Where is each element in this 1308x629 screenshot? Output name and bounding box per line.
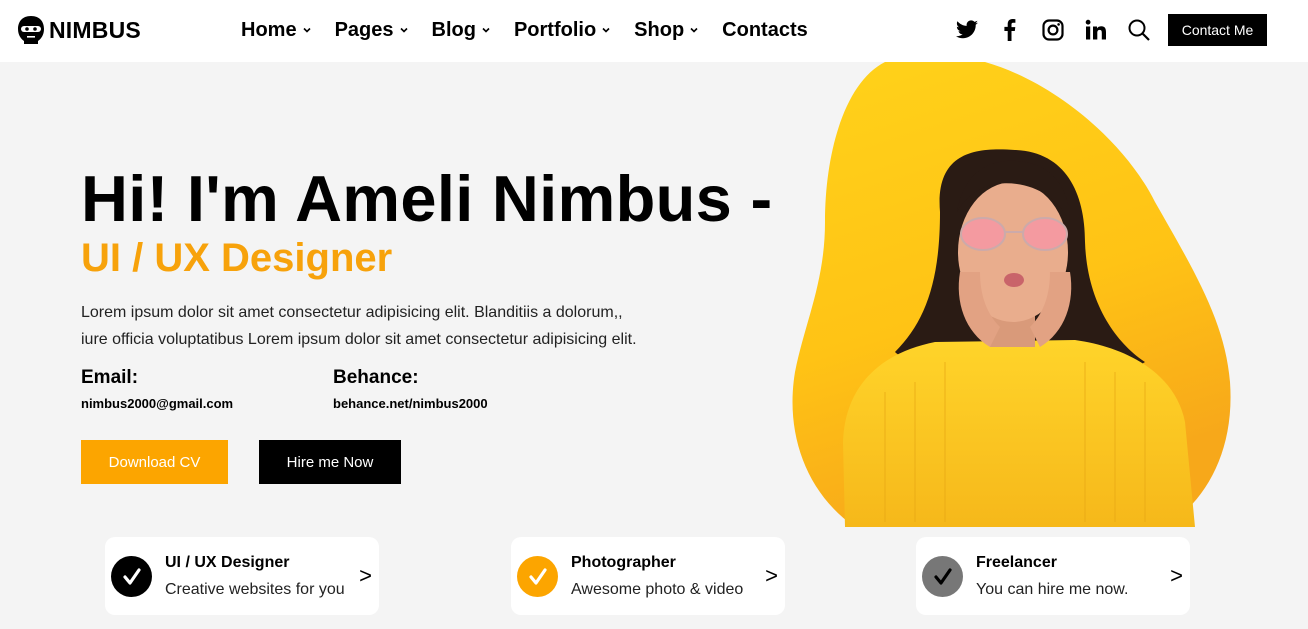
search-icon[interactable] [1127, 18, 1151, 42]
email-label: Email: [81, 367, 139, 388]
linkedin-icon[interactable] [1084, 18, 1108, 42]
card-text: Creative websites for you [165, 581, 345, 598]
logo[interactable]: NIMBUS [16, 14, 141, 46]
hero-title: Hi! I'm Ameli Nimbus - [81, 162, 773, 235]
card-text: You can hire me now. [976, 581, 1129, 598]
download-cv-button[interactable]: Download CV [81, 440, 228, 484]
behance-label: Behance: [333, 367, 419, 388]
contact-me-button[interactable]: Contact Me [1168, 14, 1267, 46]
description-line-2: iure officia voluptatibus Lorem ipsum do… [81, 331, 637, 348]
nav-item-blog[interactable]: Blog [432, 19, 490, 42]
nav-item-pages[interactable]: Pages [335, 19, 408, 42]
nav-item-label: Blog [431, 18, 476, 41]
portrait-image [792, 62, 1231, 527]
sweater [843, 340, 1195, 527]
twitter-icon[interactable] [955, 18, 979, 42]
social-links [955, 16, 1151, 44]
check-icon [111, 556, 152, 597]
chevron-down-icon [482, 27, 490, 33]
behance-block: Behance: behance.net/nimbus2000 [333, 367, 488, 411]
description-line-1: Lorem ipsum dolor sit amet consectetur a… [81, 304, 623, 321]
chevron-right-icon[interactable]: > [765, 563, 778, 589]
main-nav: Home Pages Blog Portfolio Shop Contacts [241, 17, 808, 43]
feature-card-designer[interactable]: UI / UX Designer Creative websites for y… [105, 537, 379, 615]
ninja-logo-icon [18, 16, 44, 44]
chevron-down-icon [399, 27, 408, 33]
nav-item-label: Shop [634, 18, 685, 41]
facebook-icon[interactable] [998, 18, 1022, 42]
nav-item-label: Home [241, 18, 297, 41]
nav-item-label: Portfolio [513, 18, 597, 41]
behance-value[interactable]: behance.net/nimbus2000 [333, 396, 488, 411]
brand-name: NIMBUS [49, 16, 141, 43]
card-title: Freelancer [976, 554, 1057, 571]
chevron-down-icon [602, 27, 610, 33]
feature-card-freelancer[interactable]: Freelancer You can hire me now. > [916, 537, 1190, 615]
card-title: Photographer [571, 554, 676, 571]
email-block: Email: nimbus2000@gmail.com [81, 367, 233, 411]
check-icon [922, 556, 963, 597]
chevron-right-icon[interactable]: > [1170, 563, 1183, 589]
nav-item-label: Pages [334, 18, 394, 41]
nav-item-home[interactable]: Home [241, 19, 311, 42]
hero-description: Lorem ipsum dolor sit amet consectetur a… [81, 299, 681, 353]
chevron-down-icon [303, 27, 311, 33]
nav-item-portfolio[interactable]: Portfolio [514, 19, 610, 42]
card-text: Awesome photo & video [571, 581, 744, 598]
nav-item-contacts[interactable]: Contacts [722, 19, 808, 42]
hero-subtitle: UI / UX Designer [81, 236, 393, 280]
nav-item-label: Contacts [722, 18, 808, 41]
chevron-down-icon [690, 27, 698, 33]
feature-card-photographer[interactable]: Photographer Awesome photo & video > [511, 537, 785, 615]
chevron-right-icon[interactable]: > [359, 563, 372, 589]
nav-item-shop[interactable]: Shop [634, 19, 698, 42]
email-value[interactable]: nimbus2000@gmail.com [81, 396, 233, 411]
card-title: UI / UX Designer [165, 554, 290, 571]
site-header: NIMBUS Home Pages Blog Portfolio Shop Co… [0, 0, 1308, 62]
check-icon [517, 556, 558, 597]
instagram-icon[interactable] [1041, 18, 1065, 42]
hire-me-button[interactable]: Hire me Now [259, 440, 401, 484]
